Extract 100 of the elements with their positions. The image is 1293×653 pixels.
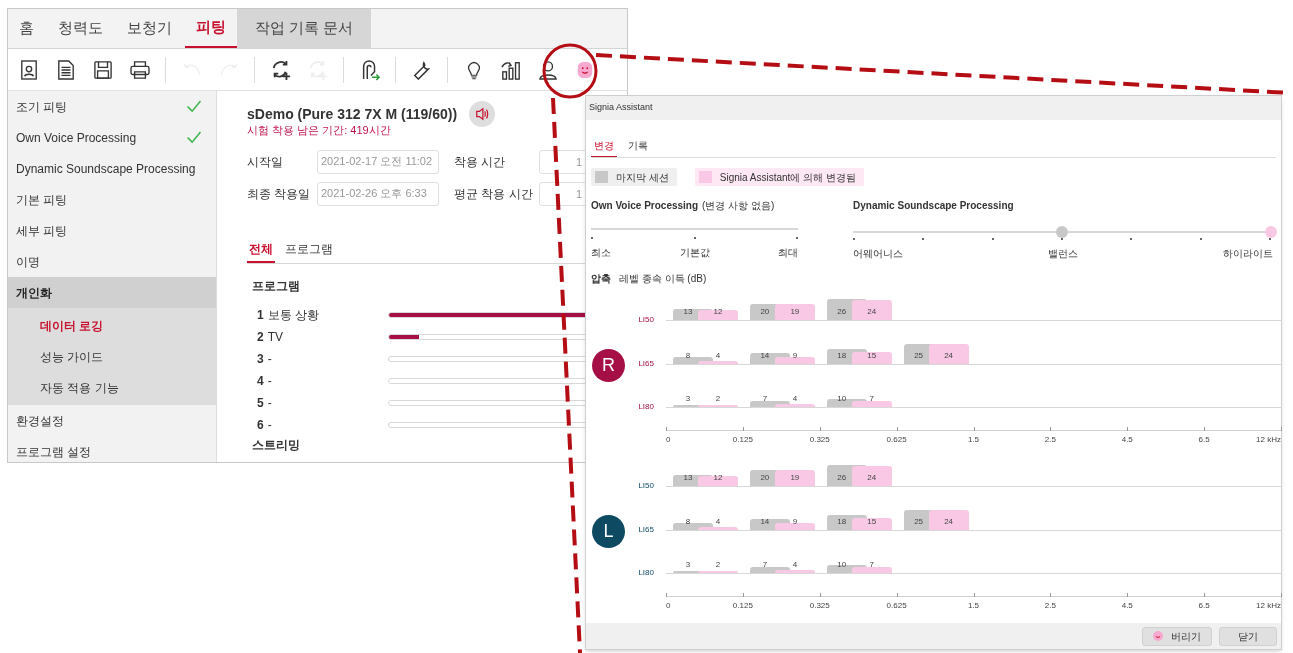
sidebar-row[interactable]: 기본 피팅 (8, 184, 216, 215)
close-button[interactable]: 닫기 (1219, 626, 1277, 646)
changed-gain-bar (774, 470, 815, 486)
nav-tab[interactable]: 청력도 (47, 9, 114, 48)
bar-value: 12 (713, 472, 723, 484)
bar-value: 7 (869, 393, 874, 405)
bar-value: 26 (837, 472, 847, 484)
nav-tab[interactable]: 작업 기록 문서 (237, 9, 372, 48)
bar-value: 15 (867, 350, 877, 362)
slider-title: Dynamic Soundscape Processing (853, 199, 1015, 213)
changed-gain-bar (774, 522, 815, 530)
changed-gain-bar (851, 401, 892, 407)
patient-card-icon[interactable] (19, 59, 38, 80)
axis-label: 2.5 (1044, 600, 1056, 612)
sidebar-item[interactable]: 이명 (16, 252, 40, 271)
sidebar-item[interactable]: 조기 피팅 (16, 97, 68, 116)
dialog-tab[interactable]: 변경 (591, 138, 617, 157)
sidebar-item[interactable]: 데이터 로깅 (40, 316, 104, 335)
sidebar-row[interactable]: 환경설정 (8, 405, 216, 436)
sidebar-item[interactable]: 성능 가이드 (40, 347, 104, 366)
slider-title: Own Voice Processing (591, 199, 699, 213)
light-bulb-icon[interactable] (466, 59, 481, 80)
bar-value: 2 (715, 559, 721, 571)
sidebar-row[interactable]: Dynamic Soundscape Processing (8, 153, 216, 184)
callout-circle (542, 43, 598, 99)
nav-tab[interactable]: 보청기 (116, 9, 183, 48)
nav-tab[interactable]: 홈 (8, 9, 45, 48)
speaker-button[interactable] (469, 101, 496, 127)
level-bars-icon[interactable] (500, 59, 521, 80)
bar-value: 19 (790, 472, 800, 484)
row-label: LI50 (638, 314, 654, 326)
bar-value: 7 (762, 393, 768, 405)
sidebar-item[interactable]: 프로그램 설정 (16, 442, 92, 461)
changed-gain-bar (698, 526, 738, 530)
bar-value: 4 (792, 393, 798, 405)
bar-value: 20 (760, 472, 770, 484)
bar-value: 3 (685, 559, 691, 571)
axis-label: 1.5 (967, 600, 980, 612)
bar-value: 25 (914, 516, 924, 528)
bar-value: 24 (867, 306, 877, 318)
sidebar-row[interactable]: 이명 (8, 246, 216, 277)
sidebar-item[interactable]: 자동 적용 기능 (40, 378, 119, 397)
row-label: LI65 (638, 524, 654, 536)
sidebar-row[interactable]: 세부 피팅 (8, 215, 216, 246)
row-label: LI80 (638, 567, 654, 579)
bar-value: 25 (914, 350, 924, 362)
view-tab[interactable]: 전체 (247, 239, 275, 263)
print-icon[interactable] (129, 60, 150, 79)
document-icon[interactable] (56, 59, 75, 80)
sidebar-item[interactable]: 세부 피팅 (16, 221, 68, 240)
chart-title: 압축 (591, 272, 611, 286)
bar-value: 20 (760, 306, 770, 318)
axis-label: 0.625 (886, 434, 907, 446)
sidebar-item[interactable]: 개인화 (16, 283, 52, 302)
save-icon[interactable] (93, 60, 112, 79)
field-label: 착용 시간 (453, 153, 507, 171)
view-tab[interactable]: 프로그램 (283, 239, 335, 263)
person-icon[interactable] (538, 59, 557, 80)
field-label: 최종 착용일 (247, 185, 312, 203)
bar-value: 18 (837, 516, 847, 528)
bar-value: 15 (867, 516, 877, 528)
bar-value: 4 (792, 559, 798, 571)
bar-value: 4 (715, 350, 721, 362)
changed-gain-bar (928, 344, 969, 364)
sidebar-item[interactable]: 환경설정 (16, 411, 64, 430)
axis-label: 1.5 (967, 434, 980, 446)
bar-value: 10 (837, 393, 847, 405)
program-label: 3 - (257, 350, 273, 368)
sidebar-item[interactable]: Dynamic Soundscape Processing (16, 159, 196, 178)
device-title: sDemo (Pure 312 7X M (119/60)) (247, 104, 458, 124)
program-label: 6 - (257, 416, 273, 434)
bar-value: 24 (944, 516, 954, 528)
bar-value: 13 (683, 472, 693, 484)
sync-icon[interactable] (270, 59, 291, 80)
changed-gain-bar (774, 569, 815, 573)
axis-label: 0.625 (886, 600, 907, 612)
axis-label: 2.5 (1044, 434, 1056, 446)
changed-gain-bar (851, 300, 892, 320)
slider-note: (변경 사항 없음) (702, 199, 775, 213)
wrench-icon[interactable] (411, 59, 432, 80)
slider-thumb[interactable] (1265, 226, 1277, 238)
dialog-tab[interactable]: 기록 (625, 138, 651, 157)
sidebar-item[interactable]: 기본 피팅 (16, 190, 68, 209)
discard-button[interactable]: 버리기 (1142, 626, 1212, 646)
bar-value: 10 (837, 559, 847, 571)
bar-value: 14 (760, 516, 770, 528)
bar-value: 8 (685, 350, 691, 362)
smiley-face-icon[interactable] (575, 60, 594, 79)
axis-label: 0.325 (809, 600, 830, 612)
chart-subtitle: 레벨 종속 이득 (dB) (619, 272, 707, 286)
sidebar-group[interactable]: 개인화 (8, 277, 216, 308)
axis-label: 4.5 (1121, 434, 1133, 446)
changed-gain-bar (851, 567, 892, 573)
slider-thumb[interactable] (1056, 226, 1068, 238)
smiley-face-icon (1153, 631, 1163, 641)
sidebar-row[interactable]: 프로그램 설정 (8, 436, 216, 462)
changed-gain-bar (698, 310, 738, 320)
bar-value: 8 (685, 516, 691, 528)
sidebar-item[interactable]: Own Voice Processing (16, 128, 137, 147)
bar-value: 26 (837, 306, 847, 318)
